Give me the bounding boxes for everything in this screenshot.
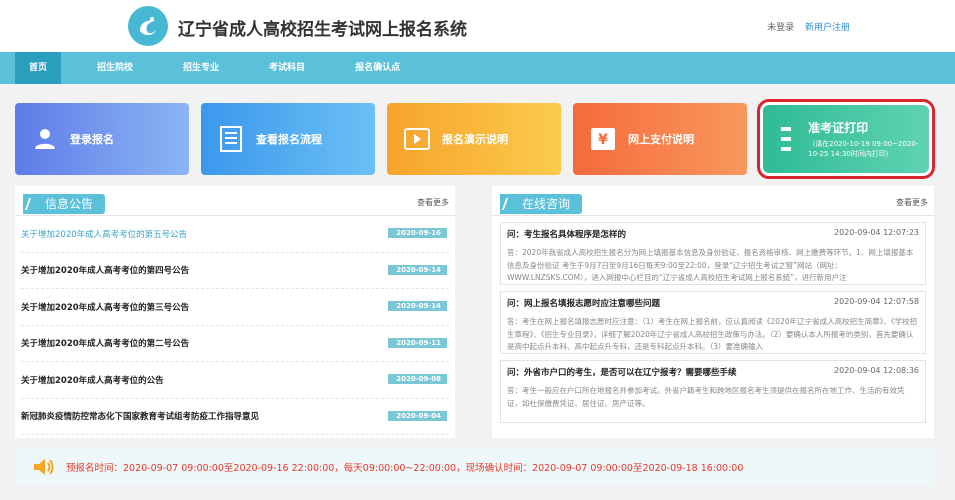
nav-majors[interactable]: 招生专业 xyxy=(169,52,233,84)
announcement-title[interactable]: 关于增加2020年成人高考考位的第五号公告 xyxy=(21,228,187,240)
user-links: 未登录 新用户注册 xyxy=(767,20,850,33)
announcement-title[interactable]: 关于增加2020年成人高考考位的第四号公告 xyxy=(21,264,189,276)
user-icon xyxy=(32,126,58,152)
consult-panel: 在线咨询 查看更多 问：考生报名具体程序是怎样的 2020-09-04 12:0… xyxy=(492,186,934,438)
nav-schools[interactable]: 招生院校 xyxy=(83,52,147,84)
registration-time-text: 预报名时间：2020-09-07 09:00:00至2020-09-16 22:… xyxy=(66,463,744,474)
date-badge: 2020-09-11 xyxy=(388,337,447,348)
question-text[interactable]: 问：考生报名具体程序是怎样的 xyxy=(507,228,626,240)
list-item[interactable]: 关于增加2020年成人高考考位的第二号公告 2020-09-11 xyxy=(21,326,449,362)
svg-text:¥: ¥ xyxy=(598,132,608,148)
list-item[interactable]: 关于增加2020年成人高考考位的第四号公告 2020-09-14 xyxy=(21,253,449,289)
qa-item[interactable]: 问：网上报名填报志愿时应注意哪些问题 2020-09-04 12:07:58 答… xyxy=(500,291,926,354)
question-time: 2020-09-04 12:07:23 xyxy=(834,228,919,237)
answer-text: 答：考生在网上报名填报志愿时应注意：（1）考生在网上报名前，应认真阅读《2020… xyxy=(507,317,918,351)
admission-ticket-inner: 准考证打印 （请在2020-10-19 09:00~2020-10-25 14:… xyxy=(763,105,929,173)
card-subtitle: （请在2020-10-19 09:00~2020-10-25 14:30时间内打… xyxy=(808,140,919,158)
question-text[interactable]: 问：网上报名填报志愿时应注意哪些问题 xyxy=(507,297,660,309)
date-badge: 2020-09-04 xyxy=(388,410,447,421)
answer-text: 答：考生一般应在户口所在地报名并参加考试。外省户籍考生和跨地区报名考生须提供在报… xyxy=(507,386,905,408)
header: 辽宁省成人高校招生考试网上报名系统 未登录 新用户注册 xyxy=(0,0,955,52)
video-icon xyxy=(404,126,430,152)
site-title: 辽宁省成人高校招生考试网上报名系统 xyxy=(178,20,467,40)
answer-text: 答：2020年我省成人高校招生报名分为网上填报基本信息及身份验证、报名资格审核、… xyxy=(507,248,914,282)
question-row: 问：外省市户口的考生，是否可以在辽宁报考？需要哪些手续 2020-09-04 1… xyxy=(507,366,919,378)
nav-subjects[interactable]: 考试科目 xyxy=(255,52,319,84)
panel-header: 在线咨询 查看更多 xyxy=(492,186,934,216)
more-link[interactable]: 查看更多 xyxy=(417,197,449,208)
list-item[interactable]: 新冠肺炎疫情防控常态化下国家教育考试组考防疫工作指导意见 2020-09-04 xyxy=(21,399,449,435)
qa-item[interactable]: 问：考生报名具体程序是怎样的 2020-09-04 12:07:23 答：202… xyxy=(500,222,926,285)
speaker-icon xyxy=(32,457,54,477)
panel-title: 信息公告 xyxy=(23,194,106,214)
announcement-title[interactable]: 关于增加2020年成人高考考位的公告 xyxy=(21,374,164,386)
list-item[interactable]: 关于增加2020年成人高考考位的公告 2020-09-08 xyxy=(21,362,449,399)
card-label: 报名演示说明 xyxy=(442,133,508,146)
yuan-icon: ¥ xyxy=(590,126,616,152)
admission-ticket-text: 准考证打印 （请在2020-10-19 09:00~2020-10-25 14:… xyxy=(808,119,929,159)
date-badge: 2020-09-16 xyxy=(388,228,447,238)
list-item[interactable]: 关于增加2020年成人高考考位的第五号公告 2020-09-16 xyxy=(21,216,449,253)
card-title: 准考证打印 xyxy=(808,121,869,135)
register-link[interactable]: 新用户注册 xyxy=(805,23,850,33)
qa-item[interactable]: 问：外省市户口的考生，是否可以在辽宁报考？需要哪些手续 2020-09-04 1… xyxy=(500,360,926,423)
print-icon xyxy=(780,126,796,152)
panel-header: 信息公告 查看更多 xyxy=(15,186,455,216)
card-label: 网上支付说明 xyxy=(628,133,694,146)
question-row: 问：网上报名填报志愿时应注意哪些问题 2020-09-04 12:07:58 xyxy=(507,297,919,309)
demo-card[interactable]: 报名演示说明 xyxy=(387,103,561,175)
panel-title: 在线咨询 xyxy=(500,194,583,214)
login-register-card[interactable]: 登录报名 xyxy=(15,103,189,175)
nav-home[interactable]: 首页 xyxy=(15,52,62,84)
main-nav: 首页 招生院校 招生专业 考试科目 报名确认点 xyxy=(0,52,955,84)
date-badge: 2020-09-14 xyxy=(388,301,447,311)
date-badge: 2020-09-08 xyxy=(388,374,447,384)
question-time: 2020-09-04 12:08:36 xyxy=(834,366,919,375)
date-badge: 2020-09-14 xyxy=(388,264,447,275)
card-label: 查看报名流程 xyxy=(256,133,322,146)
announcement-title[interactable]: 关于增加2020年成人高考考位的第二号公告 xyxy=(21,337,189,349)
payment-card[interactable]: ¥ 网上支付说明 xyxy=(573,103,747,175)
list-item[interactable]: 关于增加2020年成人高考考位的第三号公告 2020-09-14 xyxy=(21,289,449,326)
nav-confirm-points[interactable]: 报名确认点 xyxy=(341,52,414,84)
announcements-panel: 信息公告 查看更多 关于增加2020年成人高考考位的第五号公告 2020-09-… xyxy=(15,186,455,438)
question-row: 问：考生报名具体程序是怎样的 2020-09-04 12:07:23 xyxy=(507,228,919,240)
admission-ticket-card[interactable]: 准考证打印 （请在2020-10-19 09:00~2020-10-25 14:… xyxy=(757,99,935,179)
document-icon xyxy=(218,126,244,152)
announcement-title[interactable]: 关于增加2020年成人高考考位的第三号公告 xyxy=(21,301,189,313)
question-time: 2020-09-04 12:07:58 xyxy=(834,297,919,306)
quick-cards: 登录报名 查看报名流程 报名演示说明 ¥ 网上支付说明 准考证打印 （请在202… xyxy=(15,99,935,179)
question-text[interactable]: 问：外省市户口的考生，是否可以在辽宁报考？需要哪些手续 xyxy=(507,366,737,378)
announcement-title[interactable]: 新冠肺炎疫情防控常态化下国家教育考试组考防疫工作指导意见 xyxy=(21,410,259,422)
logo-swirl-icon xyxy=(140,17,156,36)
registration-time-bar: 预报名时间：2020-09-07 09:00:00至2020-09-16 22:… xyxy=(15,448,935,486)
logo xyxy=(128,6,168,46)
qa-list: 问：考生报名具体程序是怎样的 2020-09-04 12:07:23 答：202… xyxy=(492,222,934,423)
announcement-list: 关于增加2020年成人高考考位的第五号公告 2020-09-16 关于增加202… xyxy=(15,216,455,435)
login-status[interactable]: 未登录 xyxy=(767,23,794,33)
more-link[interactable]: 查看更多 xyxy=(896,197,928,208)
process-card[interactable]: 查看报名流程 xyxy=(201,103,375,175)
card-label: 登录报名 xyxy=(70,133,114,146)
